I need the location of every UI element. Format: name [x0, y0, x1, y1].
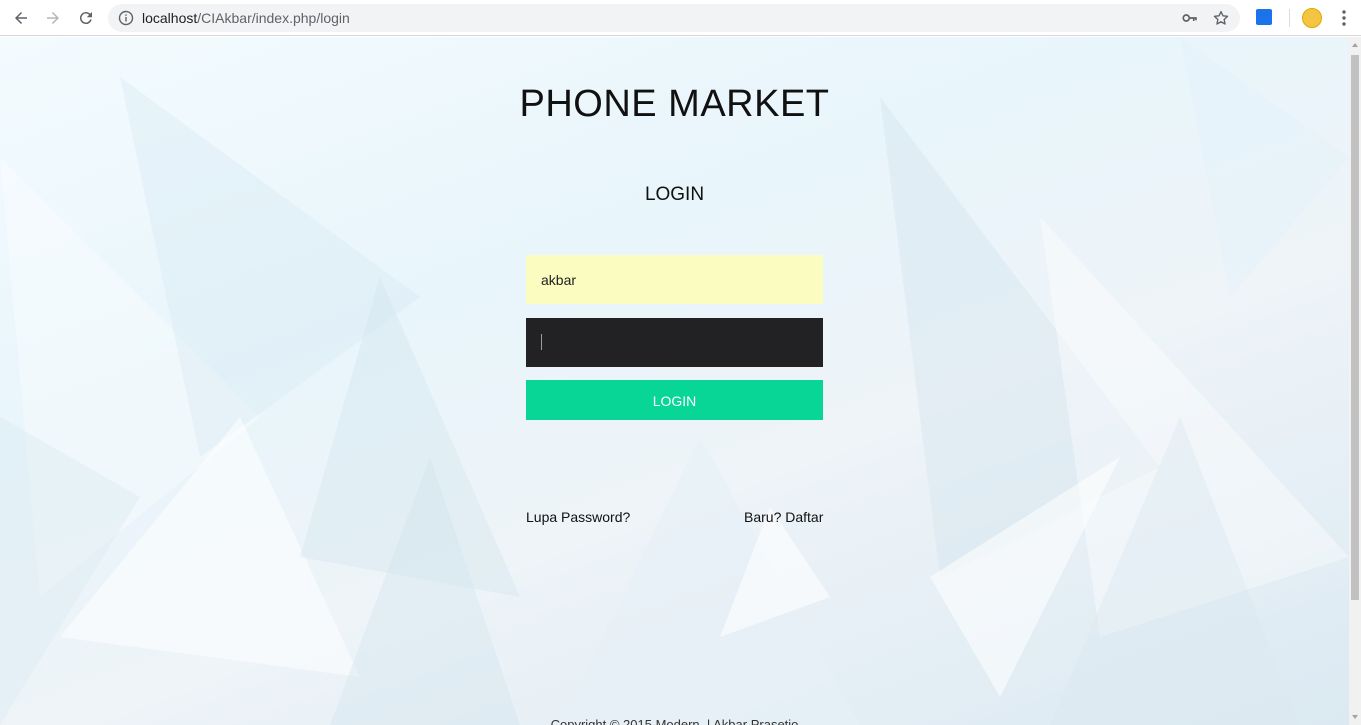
- back-icon[interactable]: [9, 6, 33, 30]
- site-title: PHONE MARKET: [519, 83, 830, 125]
- copyright-text: Copyright © 2015 Modern. | Akbar Praseti…: [550, 717, 799, 725]
- text-caret: [541, 334, 542, 350]
- key-icon[interactable]: [1181, 9, 1199, 27]
- username-input[interactable]: [526, 255, 823, 304]
- login-button[interactable]: LOGIN: [526, 380, 823, 420]
- login-heading: LOGIN: [644, 184, 705, 205]
- reload-icon[interactable]: [74, 6, 98, 30]
- info-icon[interactable]: [118, 10, 134, 26]
- extension-icon[interactable]: [1256, 9, 1272, 25]
- browser-toolbar: localhost/CIAkbar/index.php/login: [0, 0, 1361, 36]
- scroll-thumb[interactable]: [1351, 55, 1359, 600]
- register-link[interactable]: Baru? Daftar: [744, 509, 823, 525]
- forward-icon[interactable]: [41, 6, 65, 30]
- url-path: /CIAkbar/index.php/login: [197, 10, 350, 26]
- scrollbar[interactable]: [1349, 37, 1361, 725]
- forgot-password-link[interactable]: Lupa Password?: [526, 509, 630, 525]
- toolbar-divider: [1289, 9, 1290, 27]
- scroll-up-arrow-icon[interactable]: [1352, 43, 1358, 47]
- menu-icon[interactable]: [1336, 8, 1352, 28]
- star-icon[interactable]: [1212, 9, 1230, 27]
- url-host: localhost: [142, 10, 198, 26]
- page-viewport: PHONE MARKET LOGIN LOGIN Lupa Password? …: [0, 37, 1349, 725]
- scroll-down-arrow-icon[interactable]: [1352, 715, 1358, 719]
- url-text: localhost/CIAkbar/index.php/login: [142, 10, 350, 26]
- address-bar[interactable]: localhost/CIAkbar/index.php/login: [108, 4, 1240, 32]
- password-input[interactable]: [526, 318, 823, 367]
- profile-icon[interactable]: [1302, 8, 1322, 28]
